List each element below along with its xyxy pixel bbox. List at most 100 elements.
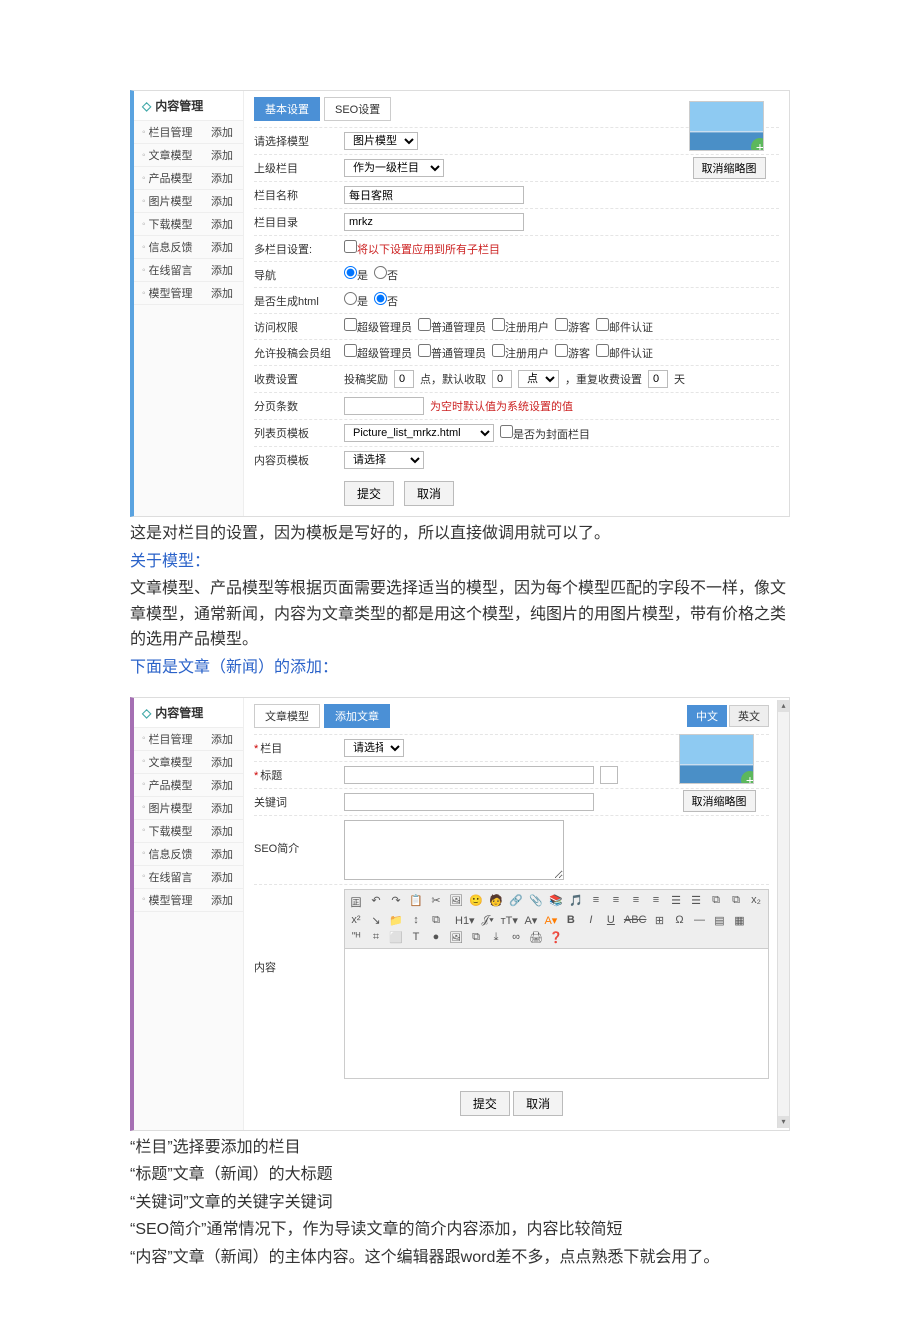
editor-tool-icon[interactable]: ▤	[713, 914, 727, 927]
add-link[interactable]: 添加	[211, 823, 233, 839]
sidebar-item-product[interactable]: ◦产品模型添加	[134, 167, 243, 190]
sidebar-item-feedback[interactable]: ◦信息反馈添加	[134, 843, 243, 866]
add-link[interactable]: 添加	[211, 869, 233, 885]
tab-seo[interactable]: SEO设置	[324, 97, 391, 121]
sidebar-item-article[interactable]: ◦文章模型添加	[134, 751, 243, 774]
select-fee-unit[interactable]: 点	[518, 370, 559, 388]
editor-tool-icon[interactable]: 🧑	[489, 894, 503, 910]
input-keyword[interactable]	[344, 793, 594, 811]
editor-tool-icon[interactable]: ✂	[429, 894, 443, 910]
editor-tool-icon[interactable]: ⬜	[389, 931, 403, 944]
editor-tool-icon[interactable]: ⧉	[429, 914, 443, 927]
chk-perm[interactable]: 超级管理员	[344, 344, 412, 361]
editor-tool-icon[interactable]: ↕	[409, 914, 423, 927]
list-icon[interactable]: ☰	[669, 894, 683, 910]
add-link[interactable]: 添加	[211, 262, 233, 278]
input-pagesize[interactable]	[344, 397, 424, 415]
select-model[interactable]: 图片模型	[344, 132, 418, 150]
add-link[interactable]: 添加	[211, 239, 233, 255]
editor-tool-icon[interactable]: 📋	[409, 894, 423, 910]
print-icon[interactable]: 🖨	[529, 931, 543, 944]
editor-tool-icon[interactable]: ⌗	[369, 931, 383, 944]
add-link[interactable]: 添加	[211, 193, 233, 209]
input-fee-take[interactable]	[492, 370, 512, 388]
radio-nav-yes[interactable]: 是	[344, 266, 368, 283]
color-dropdown[interactable]: A▾	[524, 914, 538, 927]
sidebar-item-product[interactable]: ◦产品模型添加	[134, 774, 243, 797]
superscript-icon[interactable]: x²	[349, 914, 363, 927]
align-icon[interactable]: ≡	[649, 894, 663, 910]
input-column-name[interactable]	[344, 186, 524, 204]
thumbnail-image[interactable]: +	[689, 101, 764, 151]
sidebar-item-download[interactable]: ◦下载模型添加	[134, 820, 243, 843]
sidebar-item-download[interactable]: ◦下载模型添加	[134, 213, 243, 236]
add-link[interactable]: 添加	[211, 777, 233, 793]
chk-perm[interactable]: 游客	[555, 344, 590, 361]
chk-perm[interactable]: 游客	[555, 318, 590, 335]
add-link[interactable]: 添加	[211, 800, 233, 816]
editor-tool-icon[interactable]: 📁	[389, 914, 403, 927]
add-link[interactable]: 添加	[211, 731, 233, 747]
tab-lang-cn[interactable]: 中文	[687, 705, 727, 727]
add-link[interactable]: 添加	[211, 285, 233, 301]
symbol-icon[interactable]: Ω	[673, 914, 687, 927]
image-icon[interactable]: 🖼	[449, 931, 463, 944]
underline-icon[interactable]: U	[604, 914, 618, 927]
input-title-color[interactable]	[600, 766, 618, 784]
chk-perm[interactable]: 注册用户	[492, 318, 549, 335]
add-link[interactable]: 添加	[211, 892, 233, 908]
editor-tool-icon[interactable]: ↘	[369, 914, 383, 927]
chk-perm[interactable]: 注册用户	[492, 344, 549, 361]
tab-add-article[interactable]: 添加文章	[324, 704, 390, 728]
select-content-template[interactable]: 请选择	[344, 451, 424, 469]
tab-article-model[interactable]: 文章模型	[254, 704, 320, 728]
link-icon[interactable]: 🔗	[509, 894, 523, 910]
align-icon[interactable]: ≡	[589, 894, 603, 910]
input-title[interactable]	[344, 766, 594, 784]
cancel-thumbnail-button[interactable]: 取消缩略图	[693, 157, 766, 179]
submit-button[interactable]: 提交	[344, 481, 394, 506]
indent-icon[interactable]: ⧉	[709, 894, 723, 910]
editor-body[interactable]	[344, 949, 769, 1079]
add-link[interactable]: 添加	[211, 846, 233, 862]
editor-tool-icon[interactable]: ∞	[509, 931, 523, 944]
textarea-seo[interactable]	[344, 820, 564, 880]
select-parent-column[interactable]: 作为一级栏目	[344, 159, 444, 177]
chk-perm[interactable]: 普通管理员	[418, 318, 486, 335]
subscript-icon[interactable]: x₂	[749, 894, 763, 910]
sidebar-item-column[interactable]: ◦栏目管理添加	[134, 121, 243, 144]
font-dropdown[interactable]: 𝒥▾	[481, 914, 495, 927]
size-dropdown[interactable]: тT▾	[501, 914, 518, 927]
cancel-button[interactable]: 取消	[404, 481, 454, 506]
sidebar-item-column[interactable]: ◦栏目管理添加	[134, 728, 243, 751]
indent-icon[interactable]: ⧉	[729, 894, 743, 910]
align-icon[interactable]: ≡	[629, 894, 643, 910]
sidebar-item-model[interactable]: ◦模型管理添加	[134, 889, 243, 912]
sidebar-item-message[interactable]: ◦在线留言添加	[134, 866, 243, 889]
sidebar-item-image[interactable]: ◦图片模型添加	[134, 190, 243, 213]
strikethrough-icon[interactable]: ABC	[624, 914, 647, 927]
submit-button[interactable]: 提交	[460, 1091, 510, 1116]
thumbnail-uploader[interactable]: + 取消缩略图	[679, 734, 759, 812]
editor-toolbar[interactable]: 囸 ↶ ↷ 📋 ✂ 🖼 🙂 🧑 🔗 📎 📚 🎵	[344, 889, 769, 949]
input-fee-reward[interactable]	[394, 370, 414, 388]
editor-tool-icon[interactable]: ▦	[733, 914, 747, 927]
select-list-template[interactable]: Picture_list_mrkz.html	[344, 424, 494, 442]
select-column[interactable]: 请选择	[344, 739, 404, 757]
cancel-button[interactable]: 取消	[513, 1091, 563, 1116]
scrollbar[interactable]: ▴▾	[777, 700, 789, 1128]
chk-cover-column[interactable]: 是否为封面栏目	[500, 425, 590, 442]
chk-perm[interactable]: 邮件认证	[596, 344, 653, 361]
editor-tool-icon[interactable]: 📎	[529, 894, 543, 910]
add-link[interactable]: 添加	[211, 147, 233, 163]
editor-tool-icon[interactable]: —	[693, 914, 707, 927]
scroll-down-icon[interactable]: ▾	[778, 1116, 789, 1128]
add-link[interactable]: 添加	[211, 170, 233, 186]
editor-tool-icon[interactable]: ʺᴴ	[349, 931, 363, 944]
thumbnail-uploader[interactable]: + 取消缩略图	[689, 101, 769, 179]
sidebar-item-message[interactable]: ◦在线留言添加	[134, 259, 243, 282]
add-link[interactable]: 添加	[211, 124, 233, 140]
editor-tool-icon[interactable]: 囸	[349, 894, 363, 910]
editor-tool-icon[interactable]: ⤓	[489, 931, 503, 944]
editor-tool-icon[interactable]: 📚	[549, 894, 563, 910]
